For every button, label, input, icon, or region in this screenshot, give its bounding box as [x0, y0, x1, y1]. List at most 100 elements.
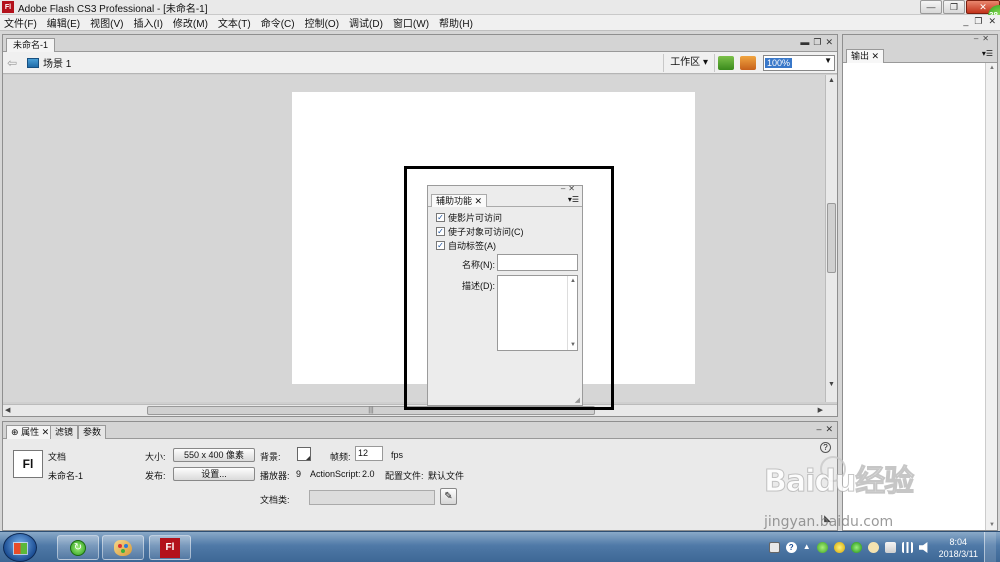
- background-color-swatch[interactable]: [297, 447, 311, 461]
- panel-menu-icon[interactable]: ▾☰: [982, 49, 993, 58]
- doc-class-input[interactable]: [309, 490, 435, 505]
- scroll-right-icon[interactable]: ▶: [818, 406, 823, 414]
- restore-button[interactable]: ❐: [943, 0, 965, 14]
- textarea-scrollbar[interactable]: ▲ ▼: [567, 276, 577, 350]
- help-icon[interactable]: ?: [820, 442, 831, 453]
- checkbox-icon[interactable]: ✓: [436, 227, 445, 236]
- clock[interactable]: 8:04 2018/3/11: [939, 536, 978, 560]
- minimize-button[interactable]: —: [920, 0, 942, 14]
- messenger-icon[interactable]: [833, 542, 845, 553]
- baidu-watermark: Baidu经验 jingyan.baidu.com: [758, 456, 958, 530]
- accessibility-panel-header: –✕: [428, 184, 582, 194]
- scroll-down-icon[interactable]: ▼: [828, 381, 835, 388]
- menu-view[interactable]: 视图(V): [85, 15, 128, 30]
- output-scrollbar[interactable]: ▲ ▼: [985, 63, 997, 530]
- background-label: 背景:: [260, 452, 281, 462]
- collapse-icon[interactable]: ▬: [800, 37, 809, 48]
- accessibility-tab[interactable]: 辅助功能 ✕: [431, 194, 488, 207]
- panel-minimize-close-icon[interactable]: –✕: [561, 184, 578, 193]
- show-desktop-button[interactable]: [984, 532, 996, 562]
- scroll-up-icon[interactable]: ▲: [570, 278, 576, 284]
- doc-window-controls: _ ❐ ✕: [963, 16, 996, 27]
- chevron-down-icon[interactable]: ▼: [824, 56, 832, 65]
- menu-modify[interactable]: 修改(M): [168, 15, 213, 30]
- vertical-scroll-thumb[interactable]: [827, 203, 836, 273]
- size-button[interactable]: 550 x 400 像素: [173, 448, 255, 462]
- menu-text[interactable]: 文本(T): [213, 15, 256, 30]
- zoom-select[interactable]: 100% ▼: [763, 55, 835, 71]
- make-child-objects-accessible-checkbox[interactable]: ✓ 使子对象可访问(C): [436, 225, 524, 238]
- taskbar-browser-button[interactable]: ↻: [57, 535, 99, 560]
- settings-button[interactable]: 设置...: [173, 467, 255, 481]
- tab-filters[interactable]: 滤镜: [50, 425, 79, 439]
- tray-expand-icon[interactable]: ▲: [803, 542, 811, 553]
- help-icon[interactable]: ?: [785, 542, 797, 553]
- edit-bar: ⇦ 场景 1 工作区 ▾ 100% ▼: [3, 52, 837, 74]
- user-icon[interactable]: [867, 542, 879, 553]
- checkbox-icon[interactable]: ✓: [436, 241, 445, 250]
- close-icon[interactable]: ✕: [42, 427, 50, 437]
- flash-app-icon: Fl: [2, 1, 14, 13]
- menu-edit[interactable]: 编辑(E): [42, 15, 85, 30]
- network-icon[interactable]: [901, 542, 913, 553]
- output-panel-header: –✕: [843, 34, 997, 46]
- restore-icon[interactable]: ❐: [813, 37, 821, 48]
- menu-control[interactable]: 控制(O): [300, 15, 344, 30]
- panel-menu-icon[interactable]: ▾☰: [568, 195, 579, 204]
- output-tabbar: 输出 ✕ ▾☰: [843, 46, 997, 63]
- scroll-down-icon[interactable]: ▼: [989, 522, 995, 528]
- profile-value: 默认文件: [428, 471, 465, 481]
- vertical-scrollbar[interactable]: ▲ ▼: [825, 75, 837, 402]
- back-arrow-icon[interactable]: ⇦: [7, 56, 21, 70]
- panel-minimize-close-icon[interactable]: –✕: [974, 34, 993, 43]
- auto-label-checkbox[interactable]: ✓ 自动标签(A): [436, 239, 496, 252]
- close-icon[interactable]: ✕: [872, 51, 880, 61]
- workspace-button[interactable]: 工作区 ▾: [663, 54, 715, 72]
- menu-insert[interactable]: 插入(I): [128, 15, 167, 30]
- checkbox-icon[interactable]: ✓: [436, 213, 445, 222]
- properties-icon: ⊕: [11, 427, 19, 437]
- taskbar-flash-button[interactable]: Fl: [149, 535, 191, 560]
- name-input[interactable]: [497, 254, 578, 271]
- edit-symbol-icon[interactable]: [740, 56, 756, 70]
- scroll-left-icon[interactable]: ◀: [5, 406, 10, 414]
- action-center-icon[interactable]: [884, 542, 896, 553]
- make-movie-accessible-checkbox[interactable]: ✓ 使影片可访问: [436, 211, 502, 224]
- pencil-icon[interactable]: ✎: [440, 488, 457, 505]
- taskbar-paint-button[interactable]: [102, 535, 144, 560]
- doc-close-icon[interactable]: ✕: [988, 16, 996, 27]
- output-tab[interactable]: 输出 ✕: [846, 49, 885, 63]
- scroll-up-icon[interactable]: ▲: [989, 65, 995, 71]
- menu-help[interactable]: 帮助(H): [434, 15, 478, 30]
- resize-grip-icon[interactable]: ◢: [575, 396, 580, 404]
- menu-debug[interactable]: 调试(D): [344, 15, 388, 30]
- framerate-input[interactable]: 12: [355, 446, 383, 461]
- description-textarea[interactable]: ▲ ▼: [497, 275, 578, 351]
- scroll-up-icon[interactable]: ▲: [828, 77, 835, 84]
- tab-properties[interactable]: ⊕ 属性 ✕: [6, 425, 55, 439]
- menu-window[interactable]: 窗口(W): [388, 15, 434, 30]
- volume-icon[interactable]: [918, 542, 928, 553]
- edit-scene-icon[interactable]: [718, 56, 734, 70]
- actionscript-value: 2.0: [362, 469, 375, 479]
- name-label: 名称(N):: [462, 260, 495, 270]
- tab-parameters[interactable]: 参数: [78, 425, 107, 439]
- security-icon[interactable]: [816, 542, 828, 553]
- menu-commands[interactable]: 命令(C): [256, 15, 300, 30]
- keyboard-icon[interactable]: [768, 542, 780, 553]
- collapse-icon[interactable]: –: [816, 424, 821, 435]
- doc-minimize-icon[interactable]: _: [963, 16, 968, 27]
- properties-panel-controls: – ✕: [816, 424, 833, 435]
- tab-label: 属性: [21, 427, 40, 437]
- doc-restore-icon[interactable]: ❐: [974, 16, 982, 27]
- close-icon[interactable]: ✕: [825, 37, 833, 48]
- accessibility-tab-label: 辅助功能: [436, 196, 473, 206]
- document-tab[interactable]: 未命名-1: [6, 38, 56, 52]
- publish-label: 发布:: [145, 471, 166, 481]
- scroll-down-icon[interactable]: ▼: [570, 342, 576, 348]
- menu-file[interactable]: 文件(F): [0, 15, 42, 30]
- close-icon[interactable]: ✕: [825, 424, 833, 435]
- guard-icon[interactable]: [850, 542, 862, 553]
- start-button[interactable]: [3, 533, 37, 562]
- close-icon[interactable]: ✕: [475, 196, 483, 206]
